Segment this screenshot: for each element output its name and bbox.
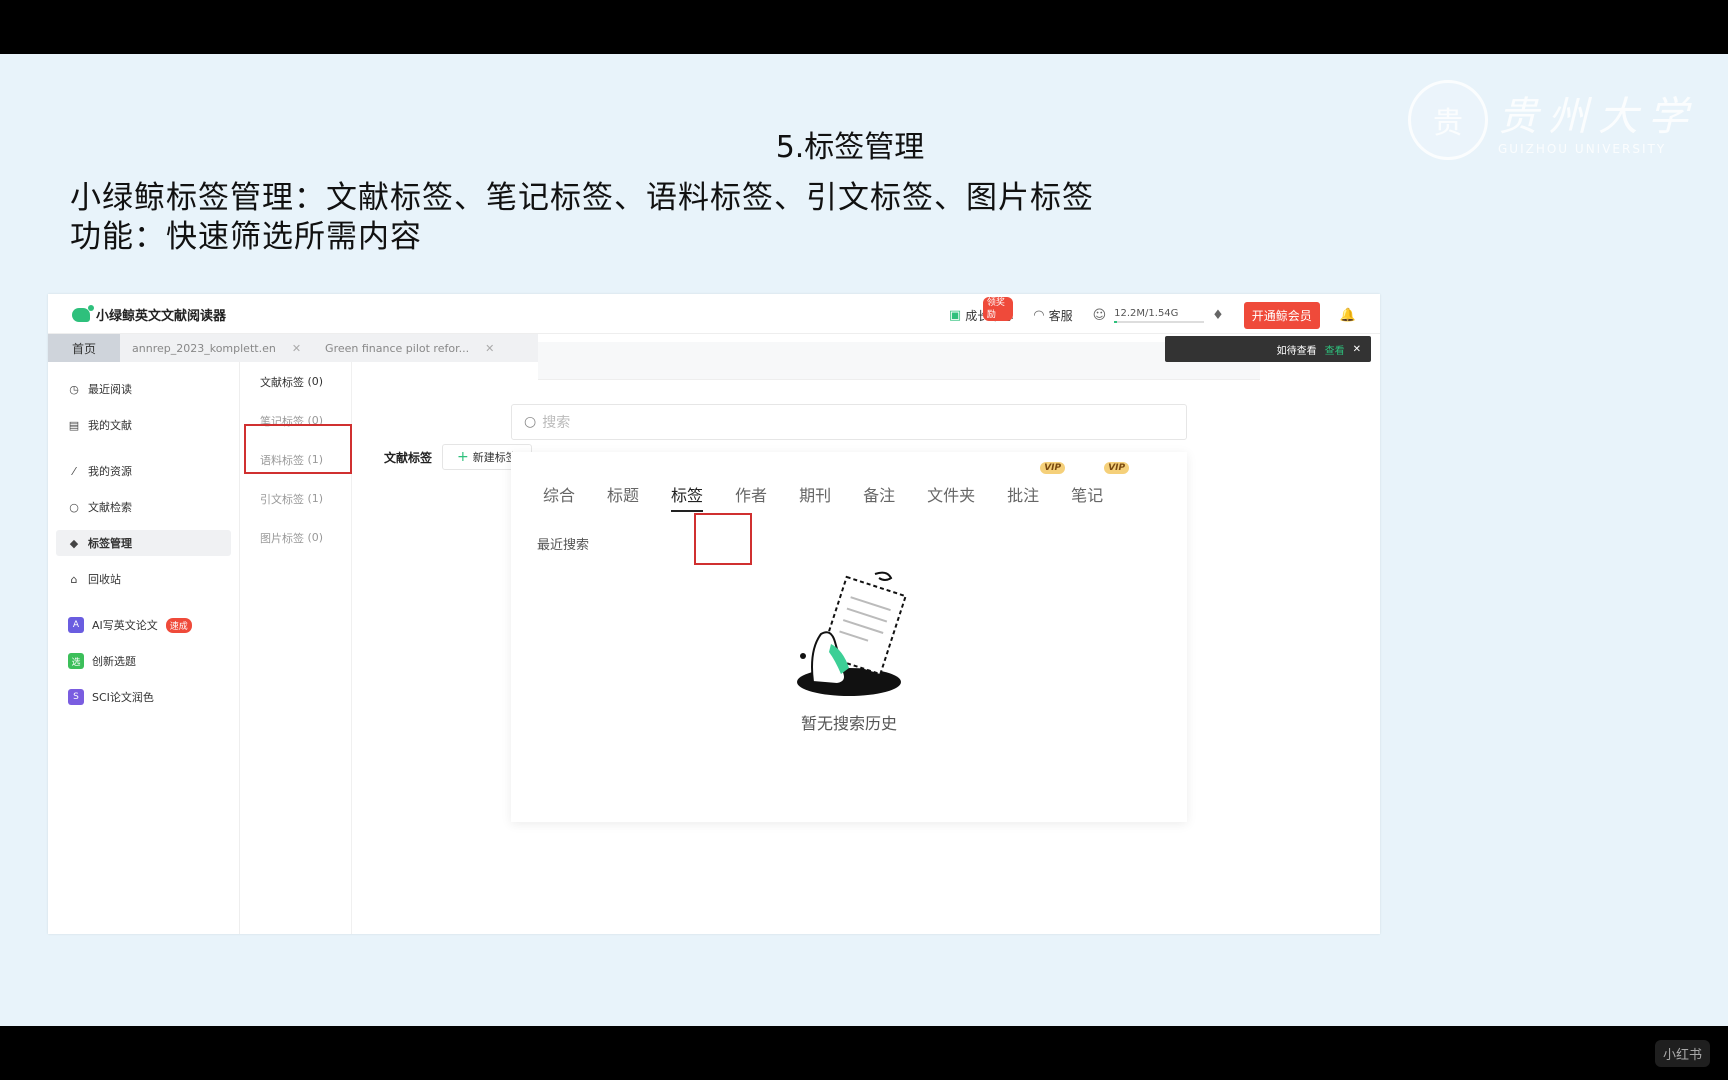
document-icon: ▤ [68, 418, 80, 432]
trash-icon: ⌂ [70, 572, 78, 586]
headset-icon: ◠ [1033, 308, 1045, 323]
tab-document[interactable]: annrep_2023_komplett.en ✕ [120, 334, 313, 362]
sidebar-item-label: 创新选题 [92, 655, 136, 668]
top-bar: 小绿鲸英文文献阅读器 ▣ 成长中心 领奖励 ◠ 客服 ☺ 12.2M/1.54G… [48, 294, 1380, 334]
topic-icon: 选 [68, 653, 84, 669]
sidebar-item-trash[interactable]: ⌂ 回收站 [56, 566, 231, 592]
empty-history-illustration [797, 571, 907, 696]
close-icon[interactable]: ✕ [1353, 344, 1361, 355]
notification-toast: 如待查看 查看 ✕ [1165, 336, 1371, 362]
filter-tab[interactable]: 批注 VIP [1001, 462, 1066, 506]
tag-type-item[interactable]: 文献标签 (0) [240, 362, 351, 401]
university-name: 贵州大学 [1498, 94, 1698, 140]
overlay-strip [538, 342, 1260, 380]
tab-label: annrep_2023_komplett.en [132, 341, 276, 355]
search-dropdown-panel: 综合 标题 标签 作者 期刊 备注 文件夹 批注 VIP 笔记 VIP 最近搜索 暂无搜索历史 [511, 452, 1187, 822]
sidebar-item-label: SCI论文润色 [92, 691, 154, 704]
sidebar-item-my-docs[interactable]: ▤ 我的文献 [56, 412, 231, 438]
watermark: 小红书 [1654, 1040, 1710, 1067]
slide-function: 功能：快速筛选所需内容 [70, 219, 422, 255]
sidebar-item-label: 回收站 [88, 573, 121, 586]
main-header: 文献标签 + 新建标签 [384, 444, 532, 470]
filter-tab[interactable]: 文件夹 [921, 482, 981, 506]
sidebar-app-topic[interactable]: 选 创新选题 [56, 648, 231, 674]
search-filter-tabs: 综合 标题 标签 作者 期刊 备注 文件夹 批注 VIP 笔记 VIP [537, 462, 1130, 512]
whale-logo-icon [72, 304, 94, 322]
tab-document[interactable]: Green finance pilot refor... ✕ [313, 334, 506, 362]
avatar: ☺ [1092, 308, 1107, 323]
polish-icon: S [68, 689, 84, 705]
storage-bar [1114, 321, 1205, 323]
sidebar: ◷ 最近阅读 ▤ 我的文献 ⁄ 我的资源 ○ 文献检索 ◆ 标签管理 ⌂ 回收站 A AI写… [48, 362, 240, 934]
vip-badge: VIP [1104, 462, 1130, 474]
sidebar-item-label: 文献检索 [88, 501, 132, 514]
sidebar-item-label: 我的文献 [88, 419, 132, 432]
filter-tab[interactable]: 标签 [665, 482, 709, 512]
sidebar-app-ai-writing[interactable]: A AI写英文论文 速成 [56, 612, 231, 638]
app-name: 小绿鲸英文文献阅读器 [96, 309, 227, 324]
tab-label: Green finance pilot refor... [325, 341, 470, 355]
university-logo: 贵 贵州大学 GUIZHOU UNIVERSITY [1408, 80, 1698, 160]
clock-icon: ◷ [69, 382, 79, 396]
filter-tab[interactable]: 备注 [857, 482, 901, 506]
sidebar-item-resources[interactable]: ⁄ 我的资源 [56, 458, 231, 484]
sidebar-item-label: 我的资源 [88, 465, 132, 478]
storage-bar-fill [1114, 321, 1117, 323]
storage-indicator[interactable]: ☺ 12.2M/1.54G ♦ [1093, 308, 1224, 323]
sidebar-app-polish[interactable]: S SCI论文润色 [56, 684, 231, 710]
leaf-icon: ⁄ [73, 464, 75, 478]
sidebar-item-recent[interactable]: ◷ 最近阅读 [56, 376, 231, 402]
fast-badge: 速成 [165, 617, 192, 633]
empty-history-text: 暂无搜索历史 [800, 714, 897, 733]
highlight-box [244, 424, 352, 474]
bell-icon[interactable]: 🔔 [1340, 308, 1356, 323]
university-seal: 贵 [1408, 80, 1488, 160]
toast-text: 如待查看 [1276, 345, 1317, 357]
tab-label: 首页 [72, 341, 97, 356]
close-icon[interactable]: ✕ [292, 342, 301, 355]
open-vip-button[interactable]: 开通鲸会员 [1243, 302, 1320, 329]
search-icon: ○ [69, 500, 79, 514]
diamond-icon: ♦ [1212, 308, 1224, 323]
search-placeholder: 搜索 [542, 415, 571, 431]
growth-center-button[interactable]: ▣ 成长中心 领奖励 [948, 297, 1014, 324]
search-input[interactable]: ○ 搜索 [511, 404, 1187, 440]
storage-text: 12.2M/1.54G [1114, 308, 1179, 319]
ai-writing-icon: A [68, 617, 84, 633]
tag-type-item[interactable]: 图片标签 (0) [240, 518, 351, 557]
sidebar-item-label: 标签管理 [88, 537, 132, 550]
toast-view-link[interactable]: 查看 [1325, 342, 1345, 357]
tag-icon: ◆ [69, 536, 79, 550]
recent-search-label: 最近搜索 [537, 538, 590, 553]
chart-icon: ▣ [948, 308, 962, 323]
sidebar-item-label: AI写英文论文 [92, 619, 158, 632]
app-logo[interactable]: 小绿鲸英文文献阅读器 [72, 304, 227, 324]
plus-icon: + [457, 449, 469, 465]
tab-home[interactable]: 首页 [48, 334, 121, 362]
main-title: 文献标签 [384, 450, 433, 465]
customer-service-button[interactable]: ◠ 客服 [1033, 307, 1072, 324]
filter-tab[interactable]: 期刊 [793, 482, 837, 506]
filter-tab[interactable]: 综合 [537, 482, 581, 506]
close-icon[interactable]: ✕ [485, 342, 494, 355]
vip-badge: VIP [1040, 462, 1066, 474]
sidebar-item-label: 最近阅读 [88, 383, 132, 396]
university-name-en: GUIZHOU UNIVERSITY [1498, 142, 1667, 156]
tab-bar: 首页 annrep_2023_komplett.en ✕ Green financ… [48, 334, 538, 362]
reward-badge: 领奖励 [982, 297, 1014, 321]
tag-type-item[interactable]: 引文标签 (1) [240, 479, 351, 518]
sidebar-item-search[interactable]: ○ 文献检索 [56, 494, 231, 520]
highlight-box [694, 513, 752, 565]
filter-tab[interactable]: 作者 [729, 482, 773, 506]
sidebar-item-tags[interactable]: ◆ 标签管理 [56, 530, 231, 556]
filter-tab[interactable]: 标题 [601, 482, 645, 506]
search-icon: ○ [524, 414, 537, 430]
customer-service-label: 客服 [1048, 309, 1073, 323]
bottom-bar: 小红书 [0, 1026, 1728, 1080]
filter-tab[interactable]: 笔记 VIP [1065, 462, 1130, 506]
